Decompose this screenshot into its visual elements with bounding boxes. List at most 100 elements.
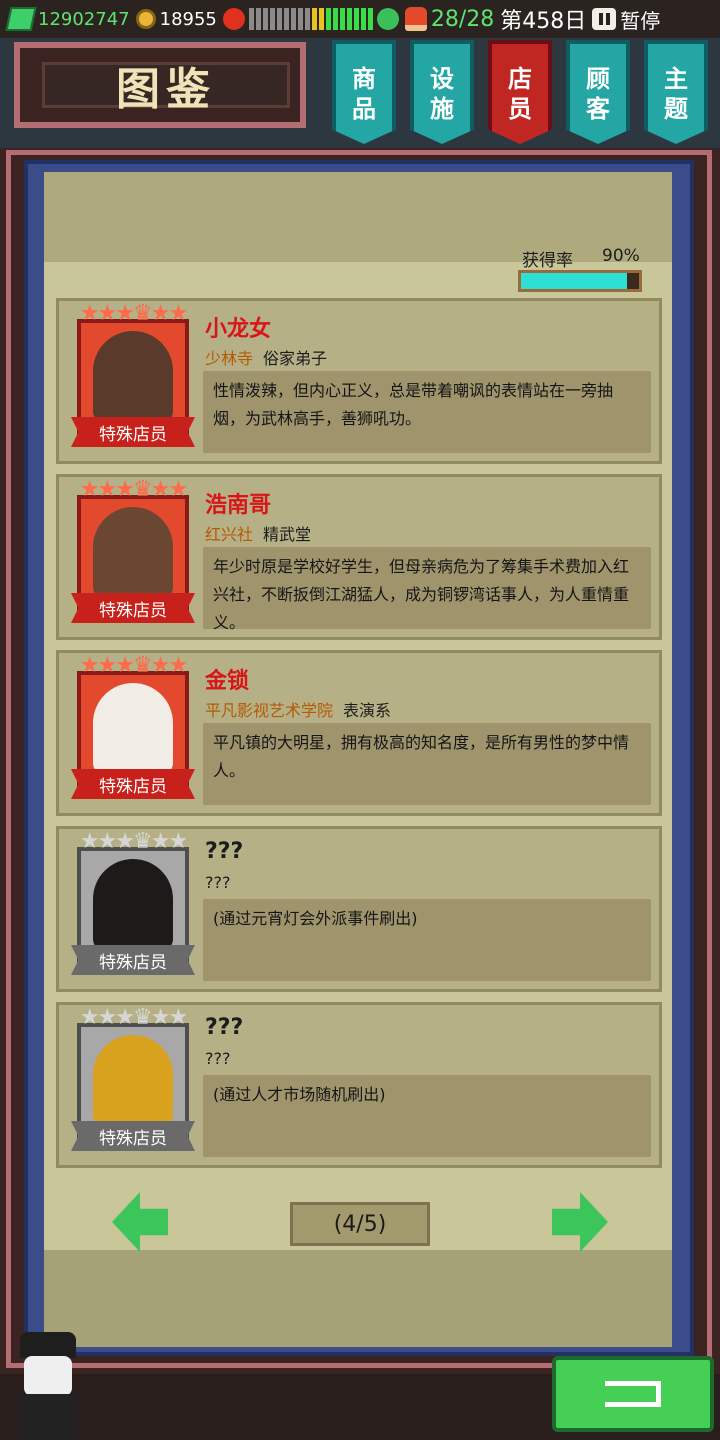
staff-name: 金锁 xyxy=(205,669,250,694)
mood-segment xyxy=(339,8,345,30)
back-button[interactable] xyxy=(552,1356,714,1432)
staff-stat: 28/28 xyxy=(404,6,495,32)
page-indicator-text: (4/5) xyxy=(333,1211,387,1237)
staff-description-box: (通过元宵灯会外派事件刷出) xyxy=(203,899,651,981)
day-counter: 第458日 xyxy=(500,9,587,34)
mood-segment xyxy=(283,8,289,30)
tab-themes[interactable]: 主题 xyxy=(644,40,708,144)
rate-value: 90% xyxy=(602,246,640,266)
day-stat: 第458日 xyxy=(500,3,586,35)
tab-themes-label[interactable]: 主题 xyxy=(663,64,689,124)
mascot-face xyxy=(24,1356,72,1396)
tab-goods-label[interactable]: 商品 xyxy=(351,64,377,124)
staff-name: ??? xyxy=(205,1015,244,1040)
staff-portrait: ★★★♛★★ 特殊店员 xyxy=(71,477,195,629)
staff-card[interactable]: ★★★♛★★ 特殊店员 ??? ??? (通过元宵灯会外派事件刷出) xyxy=(56,826,662,992)
mood-segment xyxy=(262,8,268,30)
page-indicator: (4/5) xyxy=(290,1202,430,1246)
money-value: 12902747 xyxy=(38,8,130,30)
tab-facilities-label[interactable]: 设施 xyxy=(429,64,455,124)
mood-segment xyxy=(367,8,373,30)
staff-description-box: (通过人才市场随机刷出) xyxy=(203,1075,651,1157)
pause-label[interactable]: 暂停 xyxy=(620,5,660,34)
staff-card[interactable]: ★★★♛★★ 特殊店员 金锁 平凡影视艺术学院 表演系 平凡镇的大明星，拥有极高的… xyxy=(56,650,662,816)
mood-segment xyxy=(269,8,275,30)
back-icon[interactable] xyxy=(605,1381,661,1407)
mood-segment xyxy=(311,8,317,30)
staff-count: 28/28 xyxy=(430,6,495,32)
rate-progress-fill xyxy=(521,273,628,289)
staff-description: (通过元宵灯会外派事件刷出) xyxy=(213,909,418,928)
mood-segment xyxy=(248,8,254,30)
staff-description-box: 性情泼辣，但内心正义，总是带着嘲讽的表情站在一旁抽烟，为武林高手，善狮吼功。 xyxy=(203,371,651,453)
mood-segment xyxy=(360,8,366,30)
staff-org: 平凡影视艺术学院 表演系 xyxy=(205,697,391,721)
mood-segment xyxy=(255,8,261,30)
coin-value: 18955 xyxy=(159,8,217,30)
status-bar: 12902747 18955 28/28 第458日 暂停 xyxy=(0,0,720,38)
staff-face xyxy=(93,331,173,423)
mood-bar xyxy=(248,8,373,30)
staff-badge: 特殊店员 xyxy=(71,593,195,623)
rank-stars: ★★★♛★★ xyxy=(79,653,188,678)
staff-org-secondary: 俗家弟子 xyxy=(263,349,328,368)
angry-face-icon xyxy=(222,8,245,30)
staff-org: 红兴社 精武堂 xyxy=(205,521,311,545)
header: 图鉴 商品 设施 店员 顾客 主题 xyxy=(0,38,720,148)
tab-facilities[interactable]: 设施 xyxy=(410,40,474,144)
staff-description-box: 平凡镇的大明星，拥有极高的知名度，是所有男性的梦中情人。 xyxy=(203,723,651,805)
mascot-body xyxy=(18,1394,78,1440)
tab-staff-label[interactable]: 店员 xyxy=(507,64,533,124)
title-plaque: 图鉴 xyxy=(42,62,290,115)
mood-segment xyxy=(318,8,324,30)
staff-org: 少林寺 俗家弟子 xyxy=(205,345,327,369)
mood-segment xyxy=(304,8,310,30)
tab-customers-label[interactable]: 顾客 xyxy=(585,64,611,124)
page-title: 图鉴 xyxy=(116,64,216,115)
staff-name: ??? xyxy=(205,839,244,864)
tab-goods[interactable]: 商品 xyxy=(332,40,396,144)
staff-name: 浩南哥 xyxy=(205,493,272,518)
tab-customers[interactable]: 顾客 xyxy=(566,40,630,144)
staff-face xyxy=(93,507,173,599)
staff-card[interactable]: ★★★♛★★ 特殊店员 ??? ??? (通过人才市场随机刷出) xyxy=(56,1002,662,1168)
staff-description: 性情泼辣，但内心正义，总是带着嘲讽的表情站在一旁抽烟，为武林高手，善狮吼功。 xyxy=(213,381,614,428)
staff-badge: 特殊店员 xyxy=(71,417,195,447)
staff-badge: 特殊店员 xyxy=(71,945,195,975)
staff-portrait: ★★★♛★★ 特殊店员 xyxy=(71,829,195,981)
rank-stars: ★★★♛★★ xyxy=(79,829,188,854)
staff-org-secondary: 表演系 xyxy=(343,701,392,720)
coin-icon xyxy=(135,9,156,29)
parchment-shade-bottom xyxy=(44,1250,672,1347)
staff-portrait: ★★★♛★★ 特殊店员 xyxy=(71,301,195,453)
mascot-avatar xyxy=(6,1332,90,1440)
mood-meter xyxy=(222,8,399,30)
staff-face xyxy=(93,683,173,775)
mood-segment xyxy=(353,8,359,30)
staff-portrait: ★★★♛★★ 特殊店员 xyxy=(71,653,195,805)
pause-button[interactable]: 暂停 xyxy=(592,5,660,34)
staff-org: ??? xyxy=(205,873,230,892)
staff-description: 平凡镇的大明星，拥有极高的知名度，是所有男性的梦中情人。 xyxy=(213,733,630,780)
tab-staff[interactable]: 店员 xyxy=(488,40,552,144)
staff-badge: 特殊店员 xyxy=(71,769,195,799)
staff-description: 年少时原是学校好学生，但母亲病危为了筹集手术费加入红兴社，不断扳倒江湖猛人，成为… xyxy=(213,557,630,632)
staff-org-secondary: 精武堂 xyxy=(263,525,312,544)
staff-org-primary: 红兴社 xyxy=(205,525,254,544)
staff-card[interactable]: ★★★♛★★ 特殊店员 小龙女 少林寺 俗家弟子 性情泼辣，但内心正义，总是带着嘲… xyxy=(56,298,662,464)
happy-face-icon xyxy=(376,8,399,30)
parchment-shade-top xyxy=(44,172,672,262)
mood-segment xyxy=(276,8,282,30)
staff-description-box: 年少时原是学校好学生，但母亲病危为了筹集手术费加入红兴社，不断扳倒江湖猛人，成为… xyxy=(203,547,651,632)
rank-stars: ★★★♛★★ xyxy=(79,1005,188,1030)
staff-badge: 特殊店员 xyxy=(71,1121,195,1151)
staff-face xyxy=(93,859,173,951)
staff-org-primary: 少林寺 xyxy=(205,349,254,368)
staff-card[interactable]: ★★★♛★★ 特殊店员 浩南哥 红兴社 精武堂 年少时原是学校好学生，但母亲病危为… xyxy=(56,474,662,640)
staff-portrait: ★★★♛★★ 特殊店员 xyxy=(71,1005,195,1157)
staff-description: (通过人才市场随机刷出) xyxy=(213,1085,386,1104)
rate-progress-bar xyxy=(518,270,642,292)
mood-segment xyxy=(297,8,303,30)
rank-stars: ★★★♛★★ xyxy=(79,301,188,326)
pause-icon[interactable] xyxy=(592,8,617,30)
